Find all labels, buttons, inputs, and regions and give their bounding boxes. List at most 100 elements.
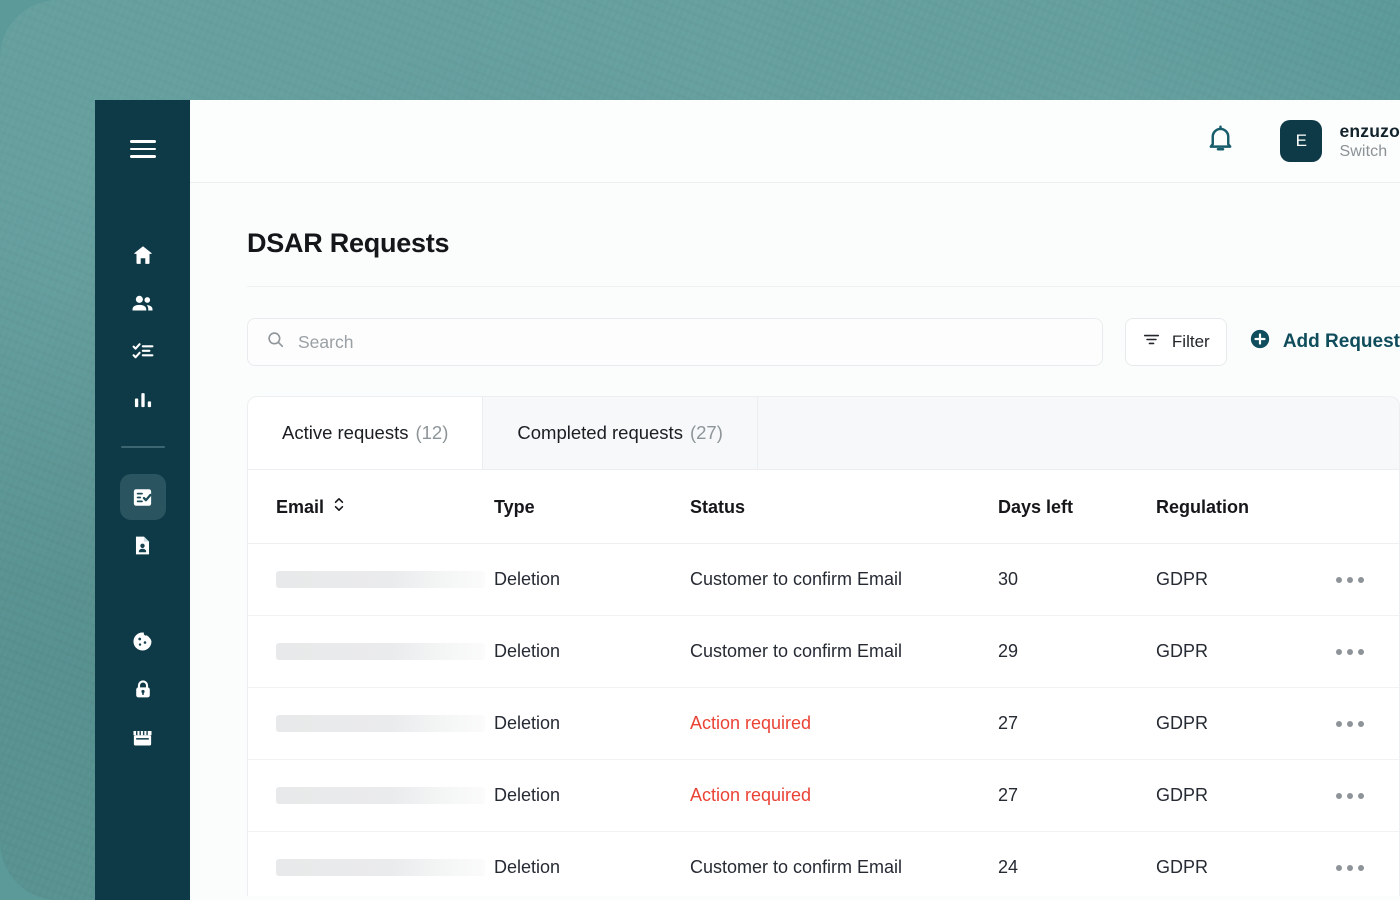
column-header-actions — [1336, 470, 1399, 544]
app-panel: E enzuzo Switch DSAR Requests Search Fil… — [190, 100, 1400, 900]
cell-actions — [1336, 687, 1399, 760]
cell-regulation: GDPR — [1156, 831, 1336, 896]
redacted-email — [276, 571, 485, 588]
tab-completed-requests-count: (27) — [689, 422, 723, 443]
tab-active-requests-count: (12) — [415, 422, 449, 443]
sidebar — [95, 100, 190, 900]
sidebar-item-analytics[interactable] — [120, 376, 166, 422]
cell-email — [248, 831, 494, 896]
more-horizontal-icon[interactable] — [1336, 792, 1399, 799]
cell-days-left: 29 — [998, 615, 1156, 688]
filter-icon — [1142, 330, 1161, 354]
table-row[interactable]: Deletion Action required 27 GDPR — [248, 759, 1399, 832]
account-switcher[interactable]: E enzuzo Switch — [1280, 119, 1400, 163]
more-horizontal-icon[interactable] — [1336, 648, 1399, 655]
cell-status: Action required — [690, 687, 998, 760]
table-row[interactable]: Deletion Customer to confirm Email 30 GDPR — [248, 543, 1399, 616]
redacted-email — [276, 643, 485, 660]
tab-active-requests-label: Active requests — [282, 422, 409, 443]
cell-type: Deletion — [494, 687, 690, 760]
bar-chart-icon — [132, 388, 154, 410]
tab-completed-requests[interactable]: Completed requests (27) — [483, 397, 758, 469]
top-bar: E enzuzo Switch — [190, 100, 1400, 183]
cell-days-left: 30 — [998, 543, 1156, 616]
sidebar-item-home[interactable] — [120, 232, 166, 278]
cell-type: Deletion — [494, 831, 690, 896]
requests-table: Email Type Status Days left Regulation D… — [248, 470, 1399, 896]
cell-status: Customer to confirm Email — [690, 615, 998, 688]
bell-icon[interactable] — [1205, 123, 1236, 159]
checklist-icon — [131, 339, 155, 363]
filter-button-label: Filter — [1171, 332, 1210, 351]
avatar: E — [1280, 119, 1323, 162]
cell-regulation: GDPR — [1156, 759, 1336, 832]
column-header-email: Email — [248, 470, 494, 544]
cell-status: Customer to confirm Email — [690, 543, 998, 616]
sidebar-divider — [120, 446, 165, 448]
cell-actions — [1336, 543, 1399, 616]
cell-type: Deletion — [494, 543, 690, 616]
sidebar-item-records[interactable] — [120, 522, 166, 568]
redacted-email — [276, 787, 485, 804]
email-sort-control[interactable]: Email — [276, 496, 345, 518]
sidebar-secondary-group — [119, 474, 166, 762]
document-person-icon — [131, 534, 154, 557]
cell-email — [248, 759, 494, 832]
sidebar-item-tasks[interactable] — [120, 328, 166, 374]
table-row[interactable]: Deletion Customer to confirm Email 24 GDPR — [248, 831, 1399, 896]
search-box[interactable] — [247, 318, 1103, 366]
more-horizontal-icon[interactable] — [1336, 864, 1399, 871]
page-header: DSAR Requests — [190, 183, 1400, 259]
cell-type: Deletion — [494, 615, 690, 688]
sidebar-item-security[interactable] — [120, 666, 166, 712]
column-header-status: Status — [690, 470, 998, 544]
tab-completed-requests-label: Completed requests — [517, 422, 683, 443]
requests-card: Active requests (12) Completed requests … — [247, 396, 1400, 896]
column-header-type: Type — [494, 470, 690, 544]
column-header-days-left: Days left — [998, 470, 1156, 544]
more-horizontal-icon[interactable] — [1336, 720, 1399, 727]
cookie-icon — [131, 630, 154, 653]
cell-days-left: 27 — [998, 687, 1156, 760]
cell-days-left: 27 — [998, 759, 1156, 832]
column-header-email-label: Email — [276, 496, 325, 517]
sidebar-primary-group — [120, 232, 166, 474]
people-icon — [130, 291, 155, 316]
screenshot-stage: E enzuzo Switch DSAR Requests Search Fil… — [0, 0, 1400, 900]
cell-email — [248, 687, 494, 760]
storefront-icon — [131, 726, 154, 749]
redacted-email — [276, 859, 485, 876]
plus-circle-icon — [1249, 328, 1271, 356]
tab-active-requests[interactable]: Active requests (12) — [248, 397, 484, 469]
lock-icon — [132, 678, 154, 700]
toolbar: Filter Add Request — [190, 287, 1400, 366]
cell-type: Deletion — [494, 759, 690, 832]
hamburger-icon[interactable] — [129, 140, 156, 158]
table-row[interactable]: Deletion Customer to confirm Email 29 GDPR — [248, 615, 1399, 688]
table-header-row: Email Type Status Days left Regulation — [248, 470, 1399, 544]
home-icon — [131, 243, 155, 267]
add-request-label: Add Request — [1282, 331, 1400, 352]
sidebar-item-store[interactable] — [120, 714, 166, 760]
cell-email — [248, 615, 494, 688]
sidebar-item-dsar[interactable] — [119, 474, 166, 520]
tab-bar: Active requests (12) Completed requests … — [248, 397, 1399, 470]
cell-days-left: 24 — [998, 831, 1156, 896]
document-check-icon — [131, 486, 154, 509]
table-body: Deletion Customer to confirm Email 30 GDPR D… — [248, 543, 1399, 896]
cell-actions — [1336, 831, 1399, 896]
page-title: DSAR Requests — [247, 228, 450, 258]
add-request-button[interactable]: Add Request — [1249, 328, 1400, 356]
table-row[interactable]: Deletion Action required 27 GDPR — [248, 687, 1399, 760]
more-horizontal-icon[interactable] — [1336, 576, 1399, 583]
search-icon — [266, 330, 285, 354]
cell-email — [248, 543, 494, 616]
sidebar-item-cookies[interactable] — [120, 618, 166, 664]
sort-chevron-icon — [333, 496, 345, 518]
sidebar-item-customers[interactable] — [120, 280, 166, 326]
cell-regulation: GDPR — [1156, 615, 1336, 688]
redacted-email — [276, 715, 485, 732]
search-input[interactable] — [298, 331, 1084, 353]
cell-actions — [1336, 615, 1399, 688]
filter-button[interactable]: Filter — [1124, 318, 1227, 366]
